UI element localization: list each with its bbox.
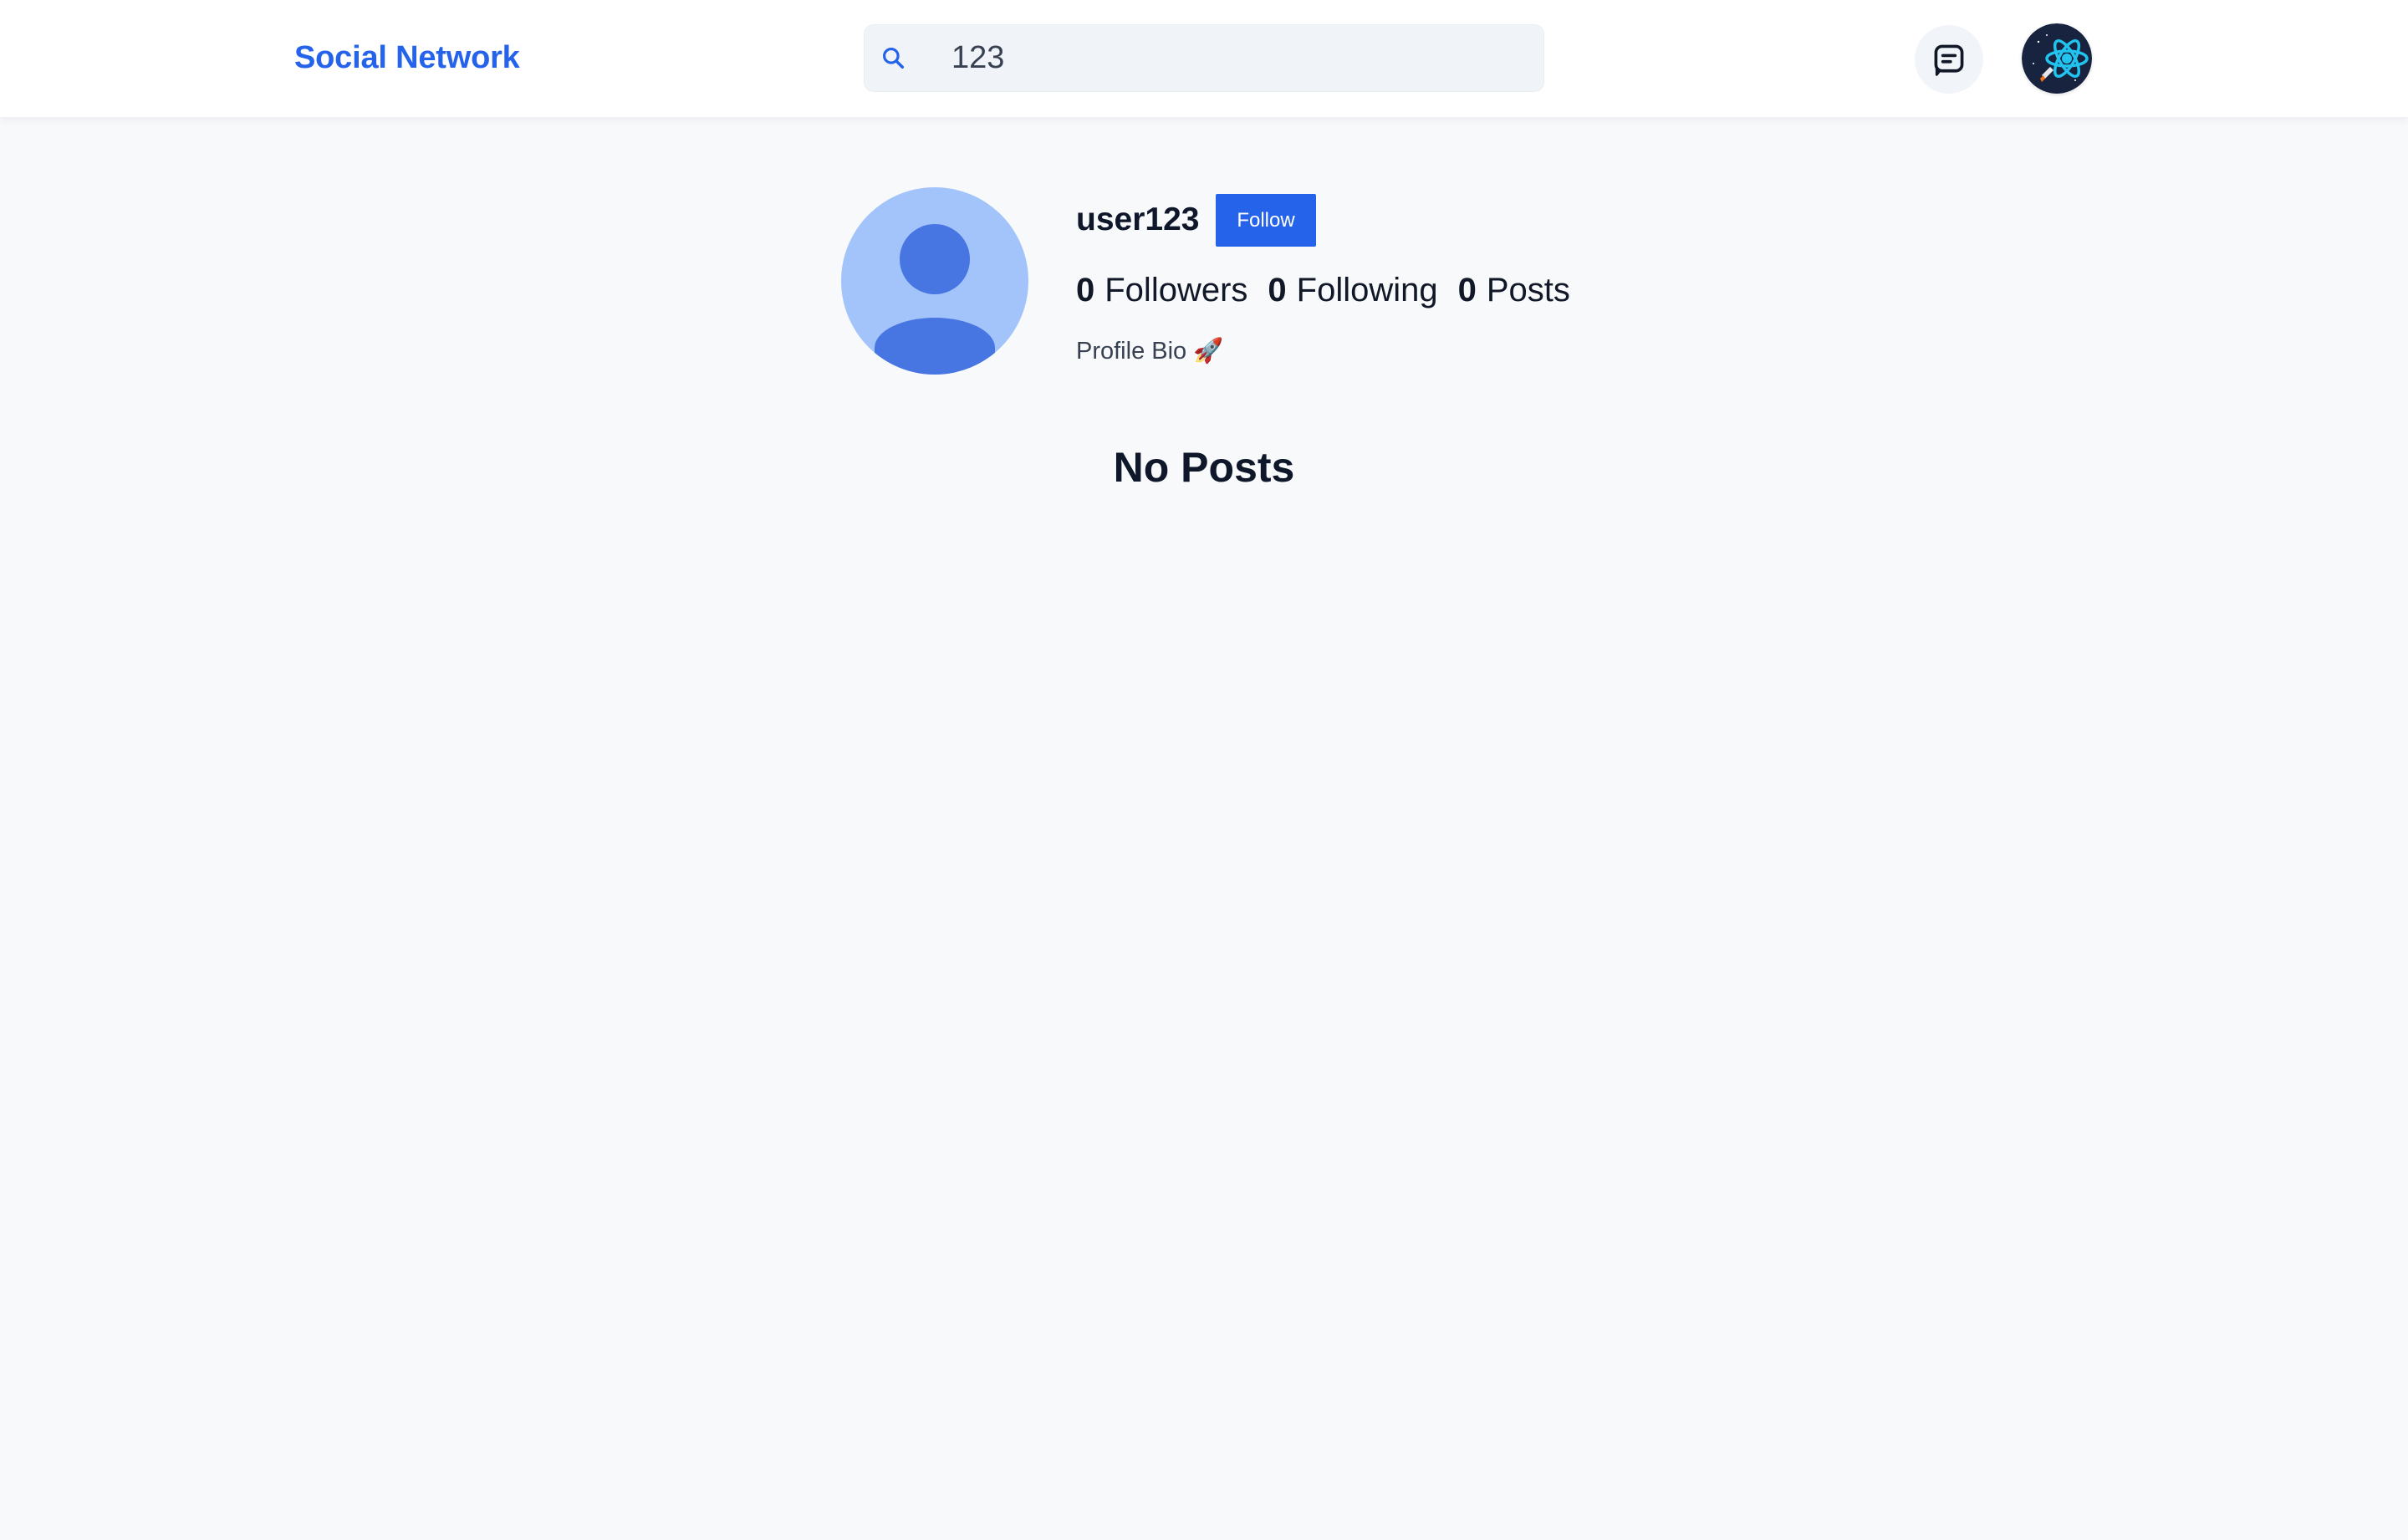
top-navbar: Social Network <box>0 0 2408 117</box>
following-label: Following <box>1296 272 1438 309</box>
atom-rocket-avatar-icon <box>2022 23 2092 94</box>
user-avatar[interactable] <box>2022 23 2092 94</box>
search-input[interactable] <box>951 25 1528 91</box>
followers-label: Followers <box>1105 272 1248 309</box>
profile-username: user123 <box>1076 201 1200 237</box>
brand-logo-link[interactable]: Social Network <box>294 38 520 77</box>
posts-count: 0 <box>1457 272 1477 309</box>
posts-stat: 0 Posts <box>1458 269 1570 311</box>
following-count: 0 <box>1268 272 1287 309</box>
search-icon <box>883 48 905 69</box>
follow-button[interactable]: Follow <box>1216 194 1316 247</box>
no-posts-message: No Posts <box>1113 444 1295 491</box>
posts-label: Posts <box>1486 272 1570 309</box>
message-icon <box>1934 44 1964 76</box>
followers-count: 0 <box>1076 272 1095 309</box>
messages-button[interactable] <box>1915 25 1983 94</box>
following-stat[interactable]: 0 Following <box>1268 269 1437 311</box>
profile-avatar <box>841 187 1028 375</box>
search-bar[interactable] <box>864 24 1544 92</box>
default-user-icon <box>875 224 995 375</box>
profile-stats: 0 Followers 0 Following 0 Posts <box>1076 269 1570 311</box>
followers-stat[interactable]: 0 Followers <box>1076 269 1247 311</box>
profile-bio: Profile Bio 🚀 <box>1076 338 1224 365</box>
